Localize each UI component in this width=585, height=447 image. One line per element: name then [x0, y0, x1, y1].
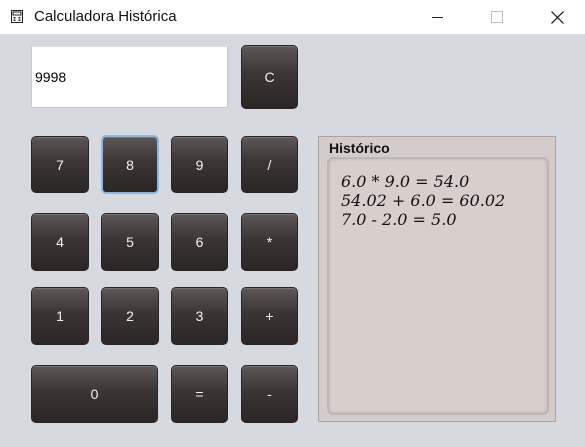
clear-button[interactable]: C: [241, 45, 298, 109]
title-bar: Calculadora Histórica: [0, 0, 585, 34]
history-text-area[interactable]: 6.0 * 9.0 = 54.0 54.02 + 6.0 = 60.02 7.0…: [327, 157, 549, 415]
minus-button[interactable]: -: [241, 365, 298, 423]
window-title: Calculadora Histórica: [34, 8, 177, 25]
multiply-button[interactable]: *: [241, 213, 298, 271]
history-panel: Histórico 6.0 * 9.0 = 54.0 54.02 + 6.0 =…: [318, 136, 556, 422]
key-8-button[interactable]: 8: [101, 135, 159, 194]
key-7-button[interactable]: 7: [31, 136, 89, 193]
history-entry: 7.0 - 2.0 = 5.0: [341, 210, 457, 229]
close-icon: [550, 10, 564, 24]
minimize-icon: [431, 16, 443, 18]
plus-button[interactable]: +: [241, 287, 298, 345]
calculator-app-icon: [11, 10, 23, 23]
display-field[interactable]: 9998: [31, 45, 228, 108]
close-button[interactable]: [534, 0, 580, 34]
key-3-button[interactable]: 3: [171, 287, 228, 345]
key-4-button[interactable]: 4: [31, 213, 89, 271]
divide-button[interactable]: /: [241, 136, 298, 193]
key-5-button[interactable]: 5: [101, 213, 159, 271]
history-entry: 6.0 * 9.0 = 54.0: [341, 172, 470, 191]
key-9-button[interactable]: 9: [171, 136, 228, 193]
maximize-button[interactable]: [474, 0, 520, 34]
key-1-button[interactable]: 1: [31, 287, 89, 345]
history-entry: 54.02 + 6.0 = 60.02: [341, 191, 506, 210]
minimize-button[interactable]: [414, 0, 460, 34]
key-0-button[interactable]: 0: [31, 365, 158, 423]
key-6-button[interactable]: 6: [171, 213, 228, 271]
history-title: Histórico: [329, 140, 390, 156]
equals-button[interactable]: =: [171, 365, 228, 423]
key-2-button[interactable]: 2: [101, 287, 159, 345]
maximize-icon: [491, 11, 503, 23]
